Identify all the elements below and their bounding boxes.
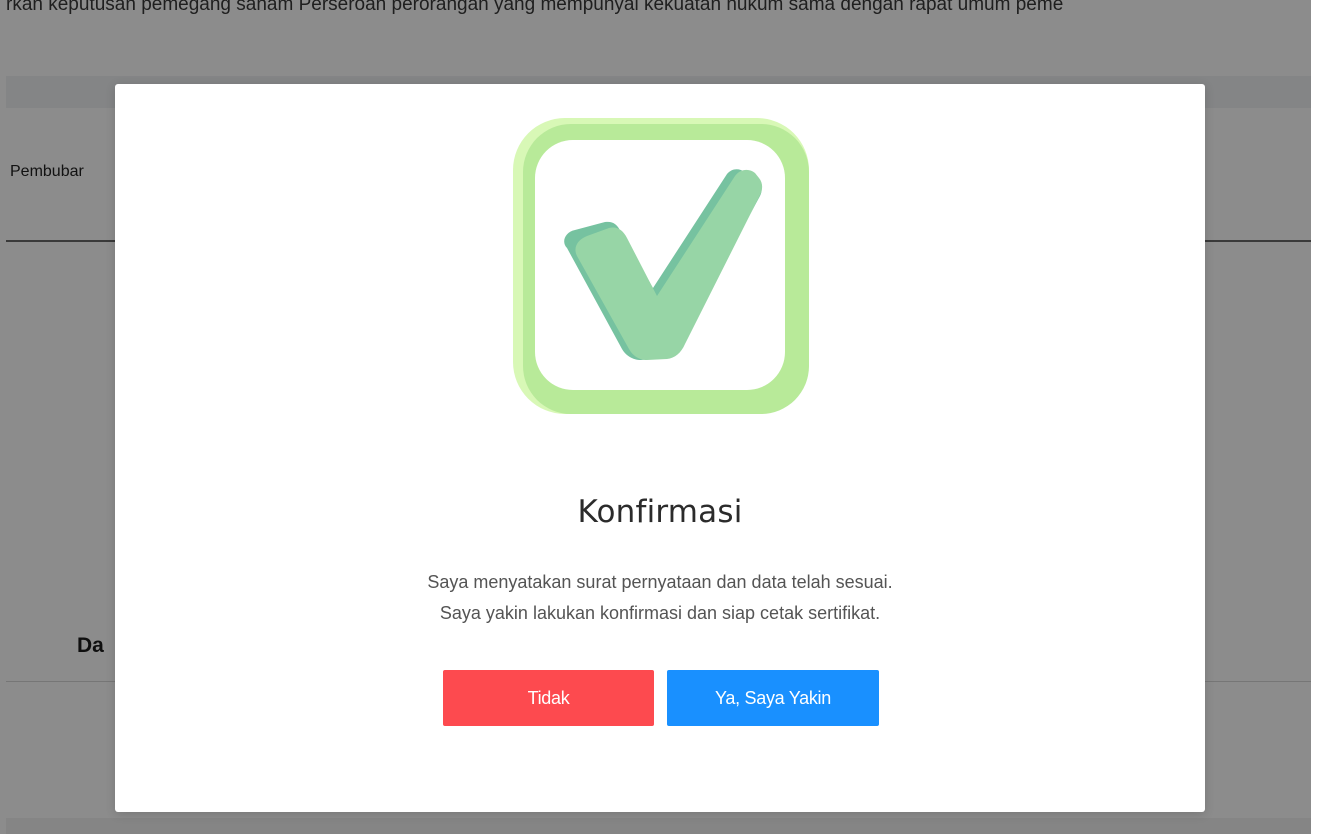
checkmark-square-icon <box>513 118 809 414</box>
cancel-button[interactable]: Tidak <box>443 670 654 726</box>
dialog-message-line-1: Saya menyatakan surat pernyataan dan dat… <box>427 572 893 592</box>
dialog-message-line-2: Saya yakin lakukan konfirmasi dan siap c… <box>439 603 881 623</box>
dialog-title: Konfirmasi <box>577 494 743 530</box>
confirm-button[interactable]: Ya, Saya Yakin <box>667 670 879 726</box>
dialog-message: Saya menyatakan surat pernyataan dan dat… <box>115 567 1205 629</box>
confirmation-dialog: Konfirmasi Saya menyatakan surat pernyat… <box>115 84 1205 812</box>
page-right-edge <box>1311 0 1318 834</box>
